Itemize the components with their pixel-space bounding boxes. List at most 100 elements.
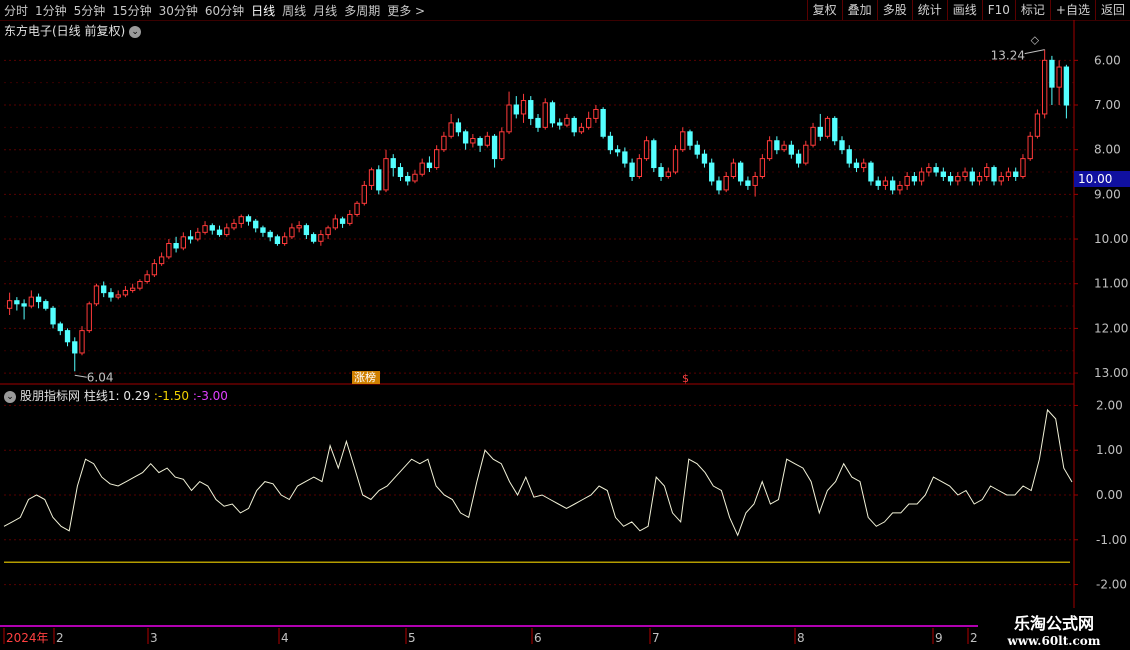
candle-down <box>853 162 860 169</box>
candle-down <box>709 162 715 182</box>
candle-down <box>846 149 852 164</box>
candle-down <box>303 225 310 236</box>
candle-up <box>897 184 903 191</box>
candle-up <box>962 171 968 177</box>
candle-up <box>1020 158 1026 177</box>
candle-down <box>14 300 20 305</box>
candle-up <box>643 140 650 160</box>
candle-down <box>310 234 317 242</box>
candle-up <box>115 294 121 298</box>
candle-down <box>817 126 823 137</box>
time-axis-label: 2024年 <box>6 631 49 645</box>
candle-down <box>477 138 483 146</box>
candle-up <box>904 175 910 186</box>
candle-down <box>376 169 382 191</box>
candle-down <box>462 131 469 144</box>
indicator-tick-label: 1.00 <box>1096 443 1123 457</box>
candle-up <box>506 104 512 133</box>
indicator-tick-label: 2.00 <box>1096 398 1123 412</box>
candle-up <box>158 256 165 265</box>
candle-up <box>680 131 686 151</box>
candle-up <box>419 162 425 175</box>
high-pointer <box>1024 49 1045 55</box>
candle-down <box>528 100 534 119</box>
candle-down <box>969 171 975 182</box>
candle-up <box>93 285 100 305</box>
candle-down <box>1049 59 1055 88</box>
indicator-tick-label: -1.00 <box>1096 533 1127 547</box>
candle-up <box>499 131 505 160</box>
candle-up <box>281 236 288 245</box>
candle-up <box>803 144 809 164</box>
candle-down <box>426 162 433 169</box>
candle-up <box>441 135 447 151</box>
candle-down <box>795 153 802 164</box>
candle-up <box>202 225 208 233</box>
candle-up <box>484 135 491 146</box>
candle-down <box>390 158 396 169</box>
candle-down <box>839 140 845 151</box>
candle-up <box>383 158 389 191</box>
price-tick-label: 9.00 <box>1094 187 1121 201</box>
candle-down <box>187 236 194 240</box>
candle-up <box>578 126 585 133</box>
candle-down <box>209 225 215 231</box>
candle-up <box>325 227 331 236</box>
candle-up <box>180 236 187 249</box>
candle-down <box>535 117 541 128</box>
candle-down <box>716 180 722 191</box>
candle-up <box>368 169 375 186</box>
kline-chart[interactable]: 13.0012.0011.0010.009.008.007.006.0013.2… <box>0 0 1130 650</box>
candle-down <box>658 167 664 177</box>
candle-up <box>1034 113 1041 137</box>
candle-up <box>976 175 983 182</box>
candle-down <box>788 144 795 155</box>
candle-down <box>101 285 107 294</box>
candle-up <box>861 162 867 169</box>
limit-up-badge-label: 涨榜 <box>354 370 376 384</box>
candle-up <box>1056 66 1062 88</box>
candle-up <box>542 102 548 128</box>
candle-up <box>593 108 599 119</box>
candle-down <box>911 175 918 182</box>
candle-down <box>940 171 947 177</box>
diamond-icon: ◇ <box>1031 34 1040 47</box>
candle-down <box>549 102 556 124</box>
candle-down <box>405 175 411 182</box>
time-axis-label: 8 <box>797 631 805 645</box>
price-tick-label: 10.00 <box>1094 232 1128 246</box>
candle-down <box>622 151 628 164</box>
candle-down <box>614 149 621 153</box>
candle-down <box>557 122 563 126</box>
candle-down <box>339 218 346 224</box>
candle-up <box>1041 59 1048 115</box>
candle-up <box>759 158 766 177</box>
candle-up <box>433 149 440 169</box>
candle-down <box>737 162 744 182</box>
time-axis-label: 5 <box>408 631 416 645</box>
high-price-label: 13.24 <box>991 49 1025 63</box>
watermark-url: www.60lt.com <box>1007 634 1101 648</box>
candle-up <box>636 158 643 177</box>
candle-up <box>824 117 831 137</box>
candle-up <box>231 222 237 229</box>
candle-down <box>260 227 266 233</box>
candle-down <box>43 301 49 309</box>
candle-down <box>267 231 273 238</box>
candle-up <box>448 122 454 137</box>
watermark-title: 乐淘公式网 <box>1013 614 1094 633</box>
indicator-tick-label: -2.00 <box>1096 578 1127 592</box>
indicator-tick-label: 0.00 <box>1096 488 1123 502</box>
low-pointer <box>74 374 87 378</box>
candle-up <box>289 227 295 238</box>
price-tick-label: 11.00 <box>1094 277 1128 291</box>
candle-up <box>723 175 729 191</box>
candle-down <box>889 180 896 191</box>
candle-up <box>564 117 570 126</box>
candle-up <box>224 227 230 236</box>
candle-down <box>933 167 939 173</box>
time-axis-label: 3 <box>150 631 158 645</box>
candle-up <box>585 117 592 128</box>
candle-up <box>332 218 339 229</box>
candle-up <box>28 296 35 307</box>
